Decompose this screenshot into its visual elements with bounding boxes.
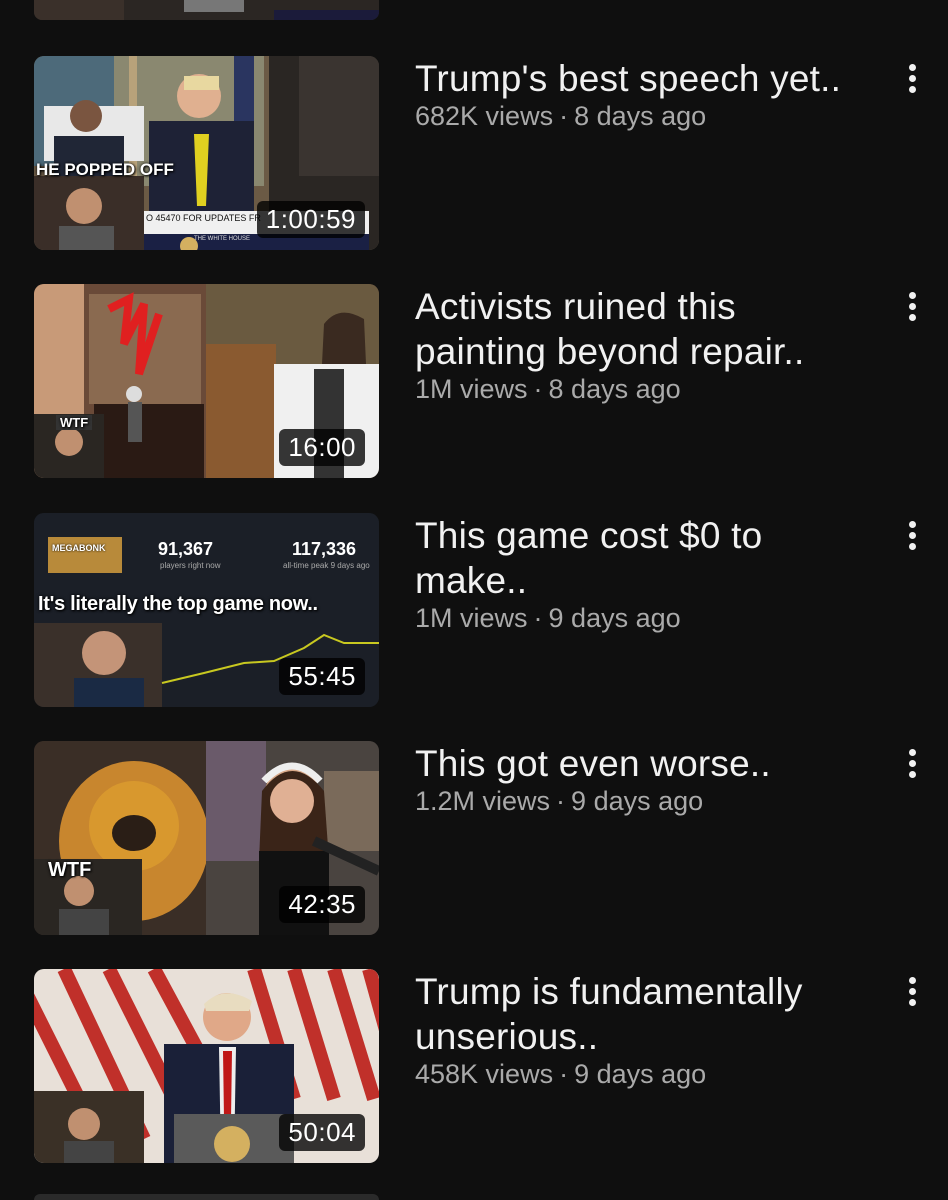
more-options-icon[interactable] bbox=[900, 745, 926, 781]
video-meta[interactable]: Activists ruined this painting beyond re… bbox=[415, 284, 875, 404]
video-stats: 458K views · 9 days ago bbox=[415, 1059, 875, 1089]
separator-dot: · bbox=[559, 101, 569, 131]
next-video-thumbnail[interactable] bbox=[34, 1194, 379, 1200]
video-stats: 1M views · 9 days ago bbox=[415, 603, 875, 633]
video-thumbnail[interactable]: WTF 16:00 bbox=[34, 284, 379, 478]
separator-dot: · bbox=[533, 603, 543, 633]
thumbnail-peak-label: all-time peak 9 days ago bbox=[283, 561, 370, 570]
video-duration-badge: 50:04 bbox=[279, 1114, 365, 1151]
video-thumbnail[interactable]: WTF 42:35 bbox=[34, 741, 379, 935]
video-stats: 1M views · 8 days ago bbox=[415, 374, 875, 404]
separator-dot: · bbox=[559, 1059, 569, 1089]
video-item[interactable]: MEGABONK 91,367 players right now 117,33… bbox=[0, 513, 948, 709]
view-count: 1.2M views bbox=[415, 786, 551, 816]
more-options-icon[interactable] bbox=[900, 517, 926, 553]
video-duration-badge: 55:45 bbox=[279, 658, 365, 695]
upload-age: 9 days ago bbox=[548, 603, 681, 633]
video-title[interactable]: Trump is fundamentally unserious.. bbox=[415, 969, 875, 1059]
thumbnail-sign-text: THE WHITE HOUSE bbox=[194, 236, 251, 242]
view-count: 1M views bbox=[415, 603, 528, 633]
more-options-icon[interactable] bbox=[900, 288, 926, 324]
upload-age: 8 days ago bbox=[574, 101, 707, 131]
video-thumbnail[interactable]: 50:04 bbox=[34, 969, 379, 1163]
view-count: 682K views bbox=[415, 101, 554, 131]
video-title[interactable]: This game cost $0 to make.. bbox=[415, 513, 875, 603]
video-stats: 682K views · 8 days ago bbox=[415, 101, 875, 131]
video-feed: HE POPPED OFF O 45470 FOR UPDATES FR THE… bbox=[0, 0, 948, 1200]
previous-thumbnail-image bbox=[34, 0, 379, 20]
thumbnail-overlay-text: It's literally the top game now.. bbox=[38, 593, 318, 615]
video-item[interactable]: 50:04 Trump is fundamentally unserious..… bbox=[0, 969, 948, 1165]
separator-dot: · bbox=[533, 374, 543, 404]
video-duration-badge: 1:00:59 bbox=[256, 201, 365, 238]
video-title[interactable]: This got even worse.. bbox=[415, 741, 875, 786]
thumbnail-overlay-text: WTF bbox=[56, 415, 93, 430]
video-item[interactable]: WTF 16:00 Activists ruined this painting… bbox=[0, 284, 948, 480]
upload-age: 8 days ago bbox=[548, 374, 681, 404]
thumbnail-players-label: players right now bbox=[160, 561, 221, 570]
video-meta[interactable]: This got even worse.. 1.2M views · 9 days … bbox=[415, 741, 875, 816]
thumbnail-overlay-text: WTF bbox=[48, 859, 92, 881]
thumbnail-peak-count: 117,336 bbox=[292, 539, 357, 559]
video-duration-badge: 42:35 bbox=[279, 886, 365, 923]
thumbnail-overlay-text: HE POPPED OFF bbox=[36, 160, 174, 179]
video-meta[interactable]: Trump is fundamentally unserious.. 458K … bbox=[415, 969, 875, 1089]
video-title[interactable]: Activists ruined this painting beyond re… bbox=[415, 284, 875, 374]
previous-video-thumbnail[interactable] bbox=[34, 0, 379, 20]
separator-dot: · bbox=[556, 786, 566, 816]
video-stats: 1.2M views · 9 days ago bbox=[415, 786, 875, 816]
more-options-icon[interactable] bbox=[900, 973, 926, 1009]
view-count: 458K views bbox=[415, 1059, 554, 1089]
thumbnail-players-count: 91,367 bbox=[158, 539, 214, 559]
video-duration-badge: 16:00 bbox=[279, 429, 365, 466]
video-item[interactable]: HE POPPED OFF O 45470 FOR UPDATES FR THE… bbox=[0, 56, 948, 252]
more-options-icon[interactable] bbox=[900, 60, 926, 96]
upload-age: 9 days ago bbox=[574, 1059, 707, 1089]
view-count: 1M views bbox=[415, 374, 528, 404]
video-meta[interactable]: Trump's best speech yet.. 682K views · 8 d… bbox=[415, 56, 875, 131]
video-thumbnail[interactable]: MEGABONK 91,367 players right now 117,33… bbox=[34, 513, 379, 707]
thumbnail-game-name: MEGABONK bbox=[52, 543, 106, 553]
thumbnail-ticker-text: O 45470 FOR UPDATES FR bbox=[146, 213, 261, 223]
video-thumbnail[interactable]: HE POPPED OFF O 45470 FOR UPDATES FR THE… bbox=[34, 56, 379, 250]
video-title[interactable]: Trump's best speech yet.. bbox=[415, 56, 875, 101]
video-meta[interactable]: This game cost $0 to make.. 1M views · 9 d… bbox=[415, 513, 875, 633]
upload-age: 9 days ago bbox=[571, 786, 704, 816]
video-item[interactable]: WTF 42:35 This got even worse.. 1.2M vie… bbox=[0, 741, 948, 937]
